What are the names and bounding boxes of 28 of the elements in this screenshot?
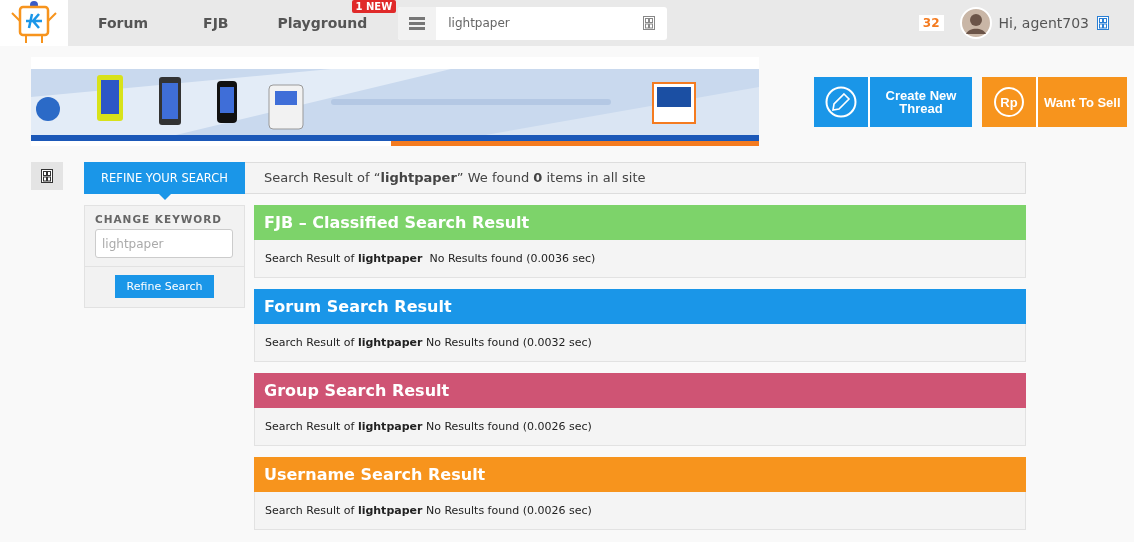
refine-tab[interactable]: REFINE YOUR SEARCH bbox=[84, 162, 245, 194]
nav-link[interactable]: Forum bbox=[80, 14, 166, 32]
result-heading: Username Search Result bbox=[254, 457, 1026, 492]
keyword-label: CHANGE KEYWORD bbox=[95, 213, 224, 225]
result-heading: Forum Search Result bbox=[254, 289, 1026, 324]
toggle-icon bbox=[41, 169, 53, 183]
result-message: Search Result of lightpaper No Results found (0.0026 sec) bbox=[264, 503, 593, 519]
result-heading: FJB – Classified Search Result bbox=[254, 205, 1026, 240]
pencil-icon bbox=[825, 86, 857, 118]
user-greeting[interactable]: Hi, agent703 bbox=[998, 15, 1089, 31]
side-panel-toggle[interactable] bbox=[31, 162, 63, 190]
result-message: Search Result of lightpaper No Results found (0.0032 sec) bbox=[264, 335, 593, 351]
result-heading: Group Search Result bbox=[254, 373, 1026, 408]
refine-search-button[interactable]: Refine Search bbox=[115, 275, 214, 298]
search-summary: Search Result of “lightpaper” We found 0 items in all site bbox=[263, 169, 646, 187]
result-message: Search Result of lightpaper No Results found (0.0026 sec) bbox=[264, 419, 593, 435]
search-field[interactable]: lightpaper bbox=[398, 6, 668, 40]
currency-icon: Rp bbox=[994, 87, 1024, 117]
nav-link[interactable]: Playground bbox=[259, 14, 385, 32]
search-icon bbox=[643, 16, 656, 30]
keyword-field[interactable]: lightpaper bbox=[95, 229, 233, 258]
avatar-icon[interactable] bbox=[959, 7, 992, 39]
result-message: Search Result of lightpaper No Results found (0.0036 sec) bbox=[264, 251, 597, 267]
user-menu-icon bbox=[1097, 16, 1109, 30]
action-button[interactable]: Create New Thread bbox=[814, 77, 972, 127]
menu-icon[interactable] bbox=[409, 16, 426, 30]
new-badge: 1 NEW bbox=[351, 0, 397, 13]
nav-link[interactable]: FJB bbox=[185, 14, 246, 32]
